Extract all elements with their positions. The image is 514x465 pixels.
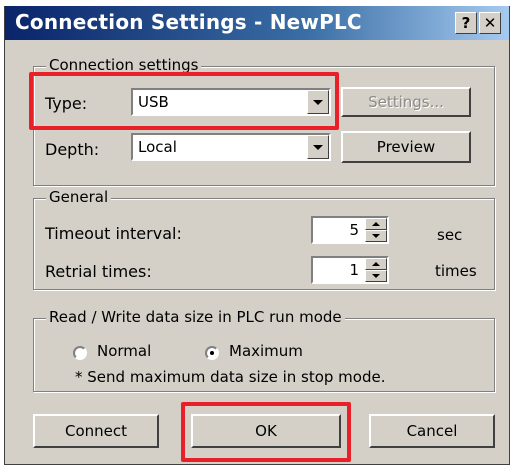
spinner-down-icon[interactable] [365, 270, 387, 282]
data-size-group-label: Read / Write data size in PLC run mode [46, 308, 345, 326]
depth-label: Depth: [45, 140, 100, 159]
timeout-interval-value: 5 [349, 221, 359, 239]
settings-button[interactable]: Settings... [341, 87, 471, 117]
help-button[interactable]: ? [455, 12, 477, 34]
settings-button-label: Settings... [368, 93, 444, 111]
spinner-up-icon[interactable] [365, 218, 387, 230]
window-title: Connection Settings - NewPLC [15, 10, 362, 34]
close-button[interactable]: ✕ [479, 12, 501, 34]
normal-radio-label[interactable]: Normal [97, 342, 151, 360]
title-bar: Connection Settings - NewPLC ? ✕ [5, 6, 509, 40]
preview-button-label: Preview [376, 138, 436, 156]
spinner-up-icon[interactable] [365, 258, 387, 270]
connect-button[interactable]: Connect [33, 414, 159, 448]
type-highlight-box [29, 72, 339, 130]
maximum-radio-label[interactable]: Maximum [229, 342, 303, 360]
connect-button-label: Connect [64, 422, 128, 440]
close-icon: ✕ [483, 14, 497, 32]
normal-radio[interactable] [73, 346, 87, 360]
ok-highlight-box [181, 402, 351, 462]
depth-dropdown[interactable]: Local [131, 133, 331, 161]
cancel-button-label: Cancel [406, 422, 458, 440]
retrial-times-label: Retrial times: [45, 262, 152, 281]
retrial-unit-label: times [435, 262, 477, 280]
retrial-times-value: 1 [349, 261, 359, 279]
general-group-label: General [46, 188, 112, 206]
retrial-times-spinner[interactable]: 1 [311, 256, 389, 284]
timeout-unit-label: sec [437, 226, 463, 244]
stop-mode-note: * Send maximum data size in stop mode. [75, 368, 386, 386]
help-icon: ? [461, 14, 471, 32]
depth-dropdown-value: Local [138, 138, 177, 156]
preview-button[interactable]: Preview [341, 131, 471, 163]
timeout-interval-label: Timeout interval: [45, 224, 182, 243]
timeout-interval-spinner[interactable]: 5 [311, 216, 389, 244]
connection-settings-dialog: Connection Settings - NewPLC ? ✕ Connect… [4, 6, 510, 465]
chevron-down-icon[interactable] [307, 135, 329, 159]
cancel-button[interactable]: Cancel [369, 414, 495, 448]
spinner-down-icon[interactable] [365, 230, 387, 242]
maximum-radio[interactable] [205, 346, 219, 360]
